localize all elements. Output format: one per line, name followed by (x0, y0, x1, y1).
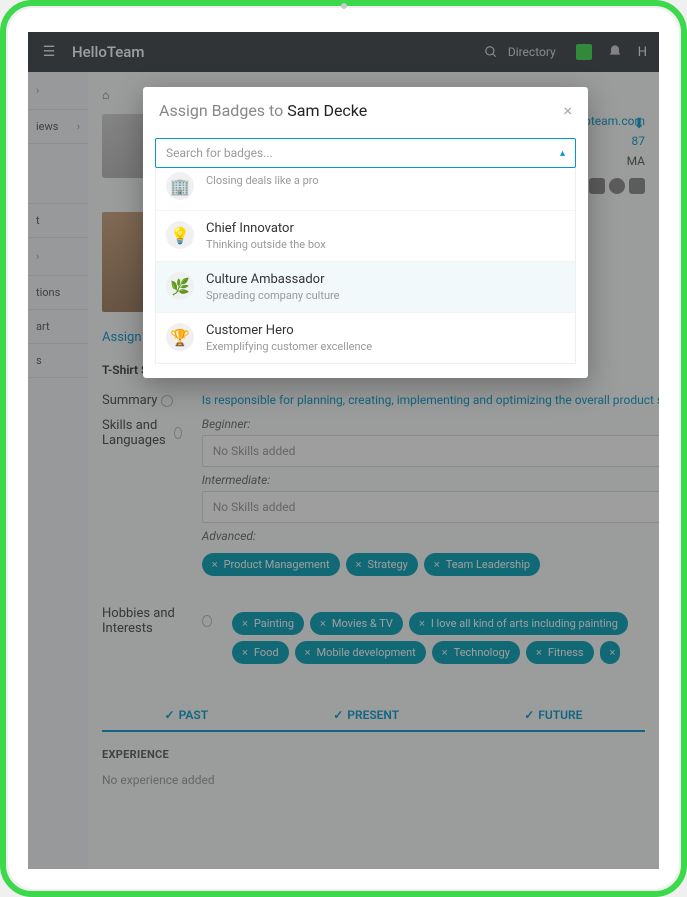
badge-option-title: Chief Innovator (206, 221, 326, 236)
badge-option-title: Culture Ambassador (206, 272, 339, 287)
badge-dropdown: 🏢 Closing deals like a pro 💡 Chief Innovato… (155, 168, 576, 364)
close-icon[interactable]: × (563, 101, 572, 120)
badge-option[interactable]: 🏢 Closing deals like a pro (156, 168, 575, 210)
badge-option-title: Customer Hero (206, 323, 372, 338)
modal-title-prefix: Assign Badges to (159, 101, 283, 120)
badge-option-subtitle: Thinking outside the box (206, 238, 326, 251)
badge-option-subtitle: Exemplifying customer excellence (206, 340, 372, 353)
modal-title-name: Sam Decke (287, 101, 367, 120)
badge-option[interactable]: 💡 Chief Innovator Thinking outside the box (156, 210, 575, 261)
badge-option-subtitle: Spreading company culture (206, 289, 339, 302)
badge-option-subtitle: Closing deals like a pro (206, 174, 319, 187)
badge-icon: 🏢 (166, 172, 194, 200)
badge-icon: 🏆 (166, 323, 194, 351)
badge-icon: 💡 (166, 221, 194, 249)
badge-option[interactable]: 🏆 Customer Hero Exemplifying customer exce… (156, 312, 575, 363)
badge-search-placeholder: Search for badges... (166, 146, 273, 160)
assign-badges-modal: Assign Badges to Sam Decke × Search for … (143, 87, 588, 378)
badge-search-input[interactable]: Search for badges... (155, 138, 576, 168)
badge-option[interactable]: 🌿 Culture Ambassador Spreading company cul… (156, 261, 575, 312)
badge-icon: 🌿 (166, 272, 194, 300)
